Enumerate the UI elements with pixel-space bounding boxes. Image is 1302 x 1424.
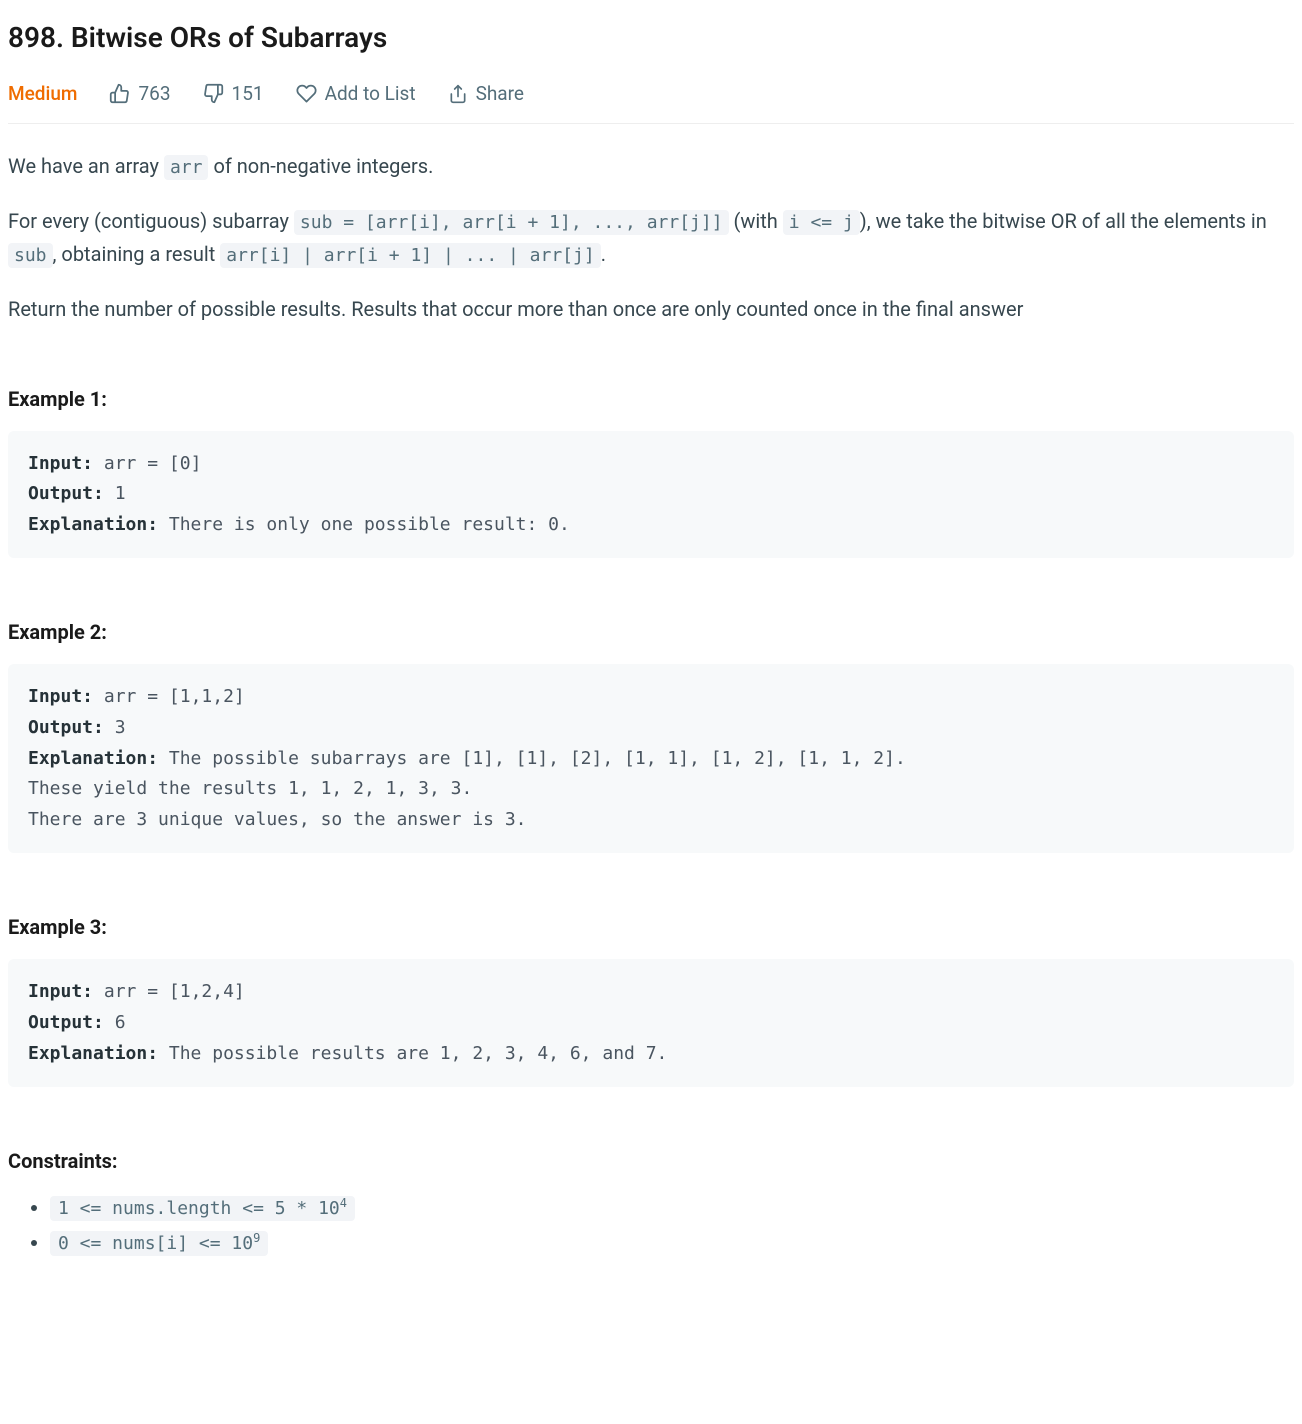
share-icon — [448, 84, 468, 104]
example-1-block: Input: arr = [0] Output: 1 Explanation: … — [8, 431, 1294, 559]
constraint-item: 0 <= nums[i] <= 109 — [50, 1228, 1294, 1259]
add-to-list-label: Add to List — [325, 79, 416, 109]
dislike-button[interactable]: 151 — [203, 79, 264, 109]
dislikes-count: 151 — [232, 79, 264, 109]
desc-paragraph-2: For every (contiguous) subarray sub = [a… — [8, 205, 1294, 271]
example-3-block: Input: arr = [1,2,4] Output: 6 Explanati… — [8, 959, 1294, 1087]
desc-paragraph-1: We have an array arr of non-negative int… — [8, 150, 1294, 183]
constraint-code: 0 <= nums[i] <= 109 — [50, 1231, 268, 1256]
inline-code: sub = [arr[i], arr[i + 1], ..., arr[j]] — [294, 210, 729, 235]
likes-count: 763 — [138, 79, 170, 109]
inline-code: i <= j — [783, 210, 860, 235]
desc-paragraph-3: Return the number of possible results. R… — [8, 293, 1294, 325]
share-button[interactable]: Share — [448, 79, 524, 109]
thumbs-up-icon — [109, 83, 130, 104]
inline-code: arr[i] | arr[i + 1] | ... | arr[j] — [220, 243, 600, 268]
example-2-block: Input: arr = [1,1,2] Output: 3 Explanati… — [8, 664, 1294, 853]
problem-title: 898. Bitwise ORs of Subarrays — [8, 16, 1294, 61]
inline-code: arr — [164, 155, 209, 180]
add-to-list-button[interactable]: Add to List — [296, 79, 416, 109]
like-button[interactable]: 763 — [109, 79, 170, 109]
share-label: Share — [476, 79, 524, 109]
constraints-list: 1 <= nums.length <= 5 * 104 0 <= nums[i]… — [8, 1193, 1294, 1259]
constraints-heading: Constraints: — [8, 1145, 1294, 1177]
example-2-heading: Example 2: — [8, 616, 1294, 648]
constraint-code: 1 <= nums.length <= 5 * 104 — [50, 1196, 355, 1221]
example-3-heading: Example 3: — [8, 911, 1294, 943]
problem-description: We have an array arr of non-negative int… — [8, 150, 1294, 324]
example-1-heading: Example 1: — [8, 383, 1294, 415]
constraint-item: 1 <= nums.length <= 5 * 104 — [50, 1193, 1294, 1224]
difficulty-badge: Medium — [8, 79, 77, 109]
meta-row: Medium 763 151 Add to List Share — [8, 79, 1294, 124]
inline-code: sub — [8, 243, 53, 268]
thumbs-down-icon — [203, 83, 224, 104]
heart-icon — [296, 83, 317, 104]
